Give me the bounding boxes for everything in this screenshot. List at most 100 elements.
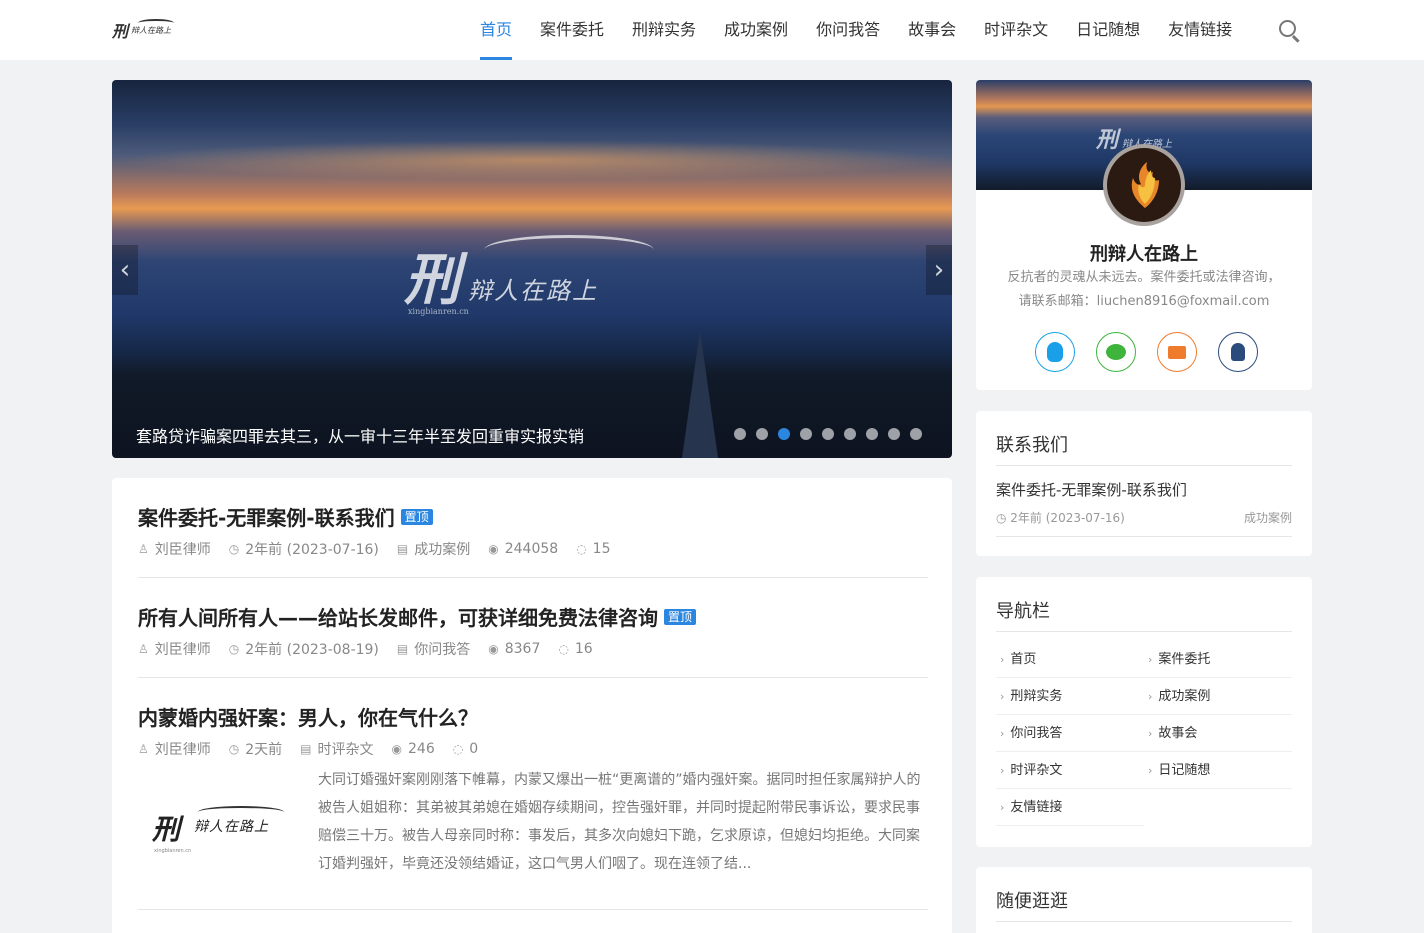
site-logo[interactable]: 刑 辩人在路上: [112, 14, 178, 46]
nav-widget-link[interactable]: › 友情链接: [996, 789, 1144, 826]
contact-post-link[interactable]: 案件委托-无罪案例-联系我们: [996, 479, 1187, 500]
post-divider: [138, 577, 928, 578]
site-header: 刑 辩人在路上 首页 案件委托 刑辩实务 成功案例 你问我答 故事会 时评杂文 …: [0, 0, 1424, 60]
mail-icon[interactable]: [1157, 332, 1197, 372]
contact-time: 2年前 (2023-07-16): [1010, 511, 1125, 525]
nav-widget-link[interactable]: › 日记随想: [1144, 752, 1292, 789]
nav-success-cases[interactable]: 成功案例: [710, 0, 802, 60]
nav-widget-link[interactable]: › 故事会: [1144, 715, 1292, 752]
post-meta: ♙ 刘臣律师 ◷ 2年前 (2023-08-19) ▤ 你问我答 ◉ 8367 ◌ 16: [138, 639, 928, 659]
nav-home[interactable]: 首页: [466, 0, 526, 60]
nav-qa[interactable]: 你问我答: [802, 0, 894, 60]
wechat-icon[interactable]: [1096, 332, 1136, 372]
meta-views: ◉ 246: [392, 739, 435, 759]
profile-desc-line2: 请联系邮箱：liuchen8916@foxmail.com: [1018, 294, 1270, 309]
user-icon[interactable]: [1218, 332, 1258, 372]
profile-card: 刑辩人在路上 刑辩人在路上 反抗者的灵魂从未远去。案件委托或法律咨询， 请联系邮…: [976, 80, 1312, 390]
slider-dot[interactable]: [734, 428, 746, 440]
watermark-big: 刑: [404, 247, 460, 313]
phoenix-icon: [1131, 162, 1159, 208]
meta-comments[interactable]: ◌ 15: [576, 539, 610, 559]
slider-dot[interactable]: [800, 428, 812, 440]
chevron-right-icon: ›: [1000, 764, 1005, 777]
meta-comments[interactable]: ◌ 16: [558, 639, 592, 659]
search-icon[interactable]: [1277, 18, 1303, 44]
clock-icon: ◷: [228, 742, 240, 756]
meta-comments[interactable]: ◌ 0: [453, 739, 478, 759]
slider-dot[interactable]: [910, 428, 922, 440]
nav-case-entrust[interactable]: 案件委托: [526, 0, 618, 60]
slider-caption[interactable]: 套路贷诈骗案四罪去其三，从一审十三年半至发回重审实报实销: [136, 423, 584, 447]
folder-icon: ▤: [396, 642, 409, 656]
meta-category[interactable]: ▤ 成功案例: [397, 539, 470, 559]
chevron-right-icon: ›: [1148, 727, 1153, 740]
post-title[interactable]: 案件委托-无罪案例-联系我们 置顶: [138, 502, 928, 531]
qq-icon[interactable]: [1035, 332, 1075, 372]
post-title-text[interactable]: 内蒙婚内强奸案：男人，你在气什么？: [138, 702, 478, 731]
post-thumbnail[interactable]: 刑 辩人在路上 xingbianren.cn: [138, 770, 298, 880]
post-item: 案件委托-无罪案例-联系我们 置顶 ♙ 刘臣律师 ◷ 2年前 (2023-07-16…: [138, 502, 928, 559]
thumb-url: xingbianren.cn: [154, 848, 192, 854]
post-title-text[interactable]: 所有人间所有人——给站长发邮件，可获详细免费法律咨询: [138, 602, 658, 631]
slider-next-button[interactable]: ›: [926, 245, 952, 295]
watermark-small: 辩人在路上: [468, 277, 598, 305]
meta-views: ◉ 244058: [488, 539, 558, 559]
folder-icon: ▤: [300, 742, 312, 756]
contact-category[interactable]: 成功案例: [1244, 509, 1292, 526]
nav-commentary[interactable]: 时评杂文: [970, 0, 1062, 60]
meta-author[interactable]: ♙ 刘臣律师: [138, 639, 211, 659]
slider-dot[interactable]: [844, 428, 856, 440]
slider-dot[interactable]: [778, 428, 790, 440]
nav-widget-link[interactable]: › 刑辩实务: [996, 678, 1144, 715]
post-title-text[interactable]: 案件委托-无罪案例-联系我们: [138, 502, 395, 531]
logo-swoosh: [138, 19, 174, 27]
post-meta: ♙ 刘臣律师 ◷ 2年前 (2023-07-16) ▤ 成功案例 ◉ 244058 ◌ 1…: [138, 539, 928, 559]
meta-views: ◉ 8367: [488, 639, 540, 659]
slider-dot[interactable]: [888, 428, 900, 440]
road-image: [682, 330, 718, 458]
nav-stories[interactable]: 故事会: [894, 0, 970, 60]
slider-dot[interactable]: [756, 428, 768, 440]
social-links: [1035, 332, 1258, 372]
profile-description: 反抗者的灵魂从未远去。案件委托或法律咨询， 请联系邮箱：liuchen8916@…: [976, 266, 1312, 314]
post-views: 244058: [504, 541, 559, 557]
post-item: 所有人间所有人——给站长发邮件，可获详细免费法律咨询 置顶 ♙ 刘臣律师 ◷ 2年前…: [138, 602, 928, 659]
user-icon-shape: [1231, 343, 1245, 361]
nav-defense-practice[interactable]: 刑辩实务: [618, 0, 710, 60]
slider-dot[interactable]: [822, 428, 834, 440]
meta-author[interactable]: ♙ 刘臣律师: [138, 739, 211, 759]
post-title[interactable]: 内蒙婚内强奸案：男人，你在气什么？: [138, 702, 928, 731]
meta-time: ◷ 2天前: [229, 739, 282, 759]
nav-widget-link-label: 日记随想: [1158, 763, 1211, 778]
eye-icon: ◉: [391, 742, 402, 756]
slider-prev-button[interactable]: ‹: [112, 245, 138, 295]
main-nav: 首页 案件委托 刑辩实务 成功案例 你问我答 故事会 时评杂文 日记随想 友情链…: [466, 0, 1246, 60]
nav-widget-link[interactable]: › 案件委托: [1144, 641, 1292, 678]
clock-icon: ◷: [228, 642, 240, 656]
widget-title: 随便逛逛: [996, 891, 1068, 912]
meta-category[interactable]: ▤ 你问我答: [397, 639, 470, 659]
nav-diary[interactable]: 日记随想: [1062, 0, 1154, 60]
post-divider: [138, 909, 928, 910]
thumb-big-text: 刑: [152, 813, 181, 846]
slider-dot[interactable]: [866, 428, 878, 440]
banner-big: 刑: [1096, 127, 1119, 153]
hero-slider[interactable]: 刑辩人在路上 xingbianren.cn ‹ › 套路贷诈骗案四罪去其三，从一…: [112, 80, 952, 458]
nav-widget-link[interactable]: › 时评杂文: [996, 752, 1144, 789]
meta-author[interactable]: ♙ 刘臣律师: [138, 539, 211, 559]
nav-links[interactable]: 友情链接: [1154, 0, 1246, 60]
contact-widget: 联系我们 案件委托-无罪案例-联系我们 ◷ 2年前 (2023-07-16) 成…: [976, 411, 1312, 556]
nav-widget-link[interactable]: › 首页: [996, 641, 1144, 678]
folder-icon: ▤: [396, 542, 409, 556]
author-name: 刘臣律师: [154, 542, 211, 558]
nav-widget-link[interactable]: › 成功案例: [1144, 678, 1292, 715]
meta-category[interactable]: ▤ 时评杂文: [300, 739, 373, 759]
chevron-right-icon: ›: [1000, 690, 1005, 703]
post-meta: ♙ 刘臣律师 ◷ 2天前 ▤ 时评杂文 ◉ 246 ◌ 0: [138, 739, 928, 759]
contact-meta: ◷ 2年前 (2023-07-16) 成功案例: [996, 509, 1292, 526]
post-title[interactable]: 所有人间所有人——给站长发邮件，可获详细免费法律咨询 置顶: [138, 602, 928, 631]
avatar[interactable]: [1103, 144, 1185, 226]
author-name: 刘臣律师: [154, 742, 211, 758]
nav-widget-link[interactable]: › 你问我答: [996, 715, 1144, 752]
clock-icon: ◷: [996, 511, 1011, 525]
